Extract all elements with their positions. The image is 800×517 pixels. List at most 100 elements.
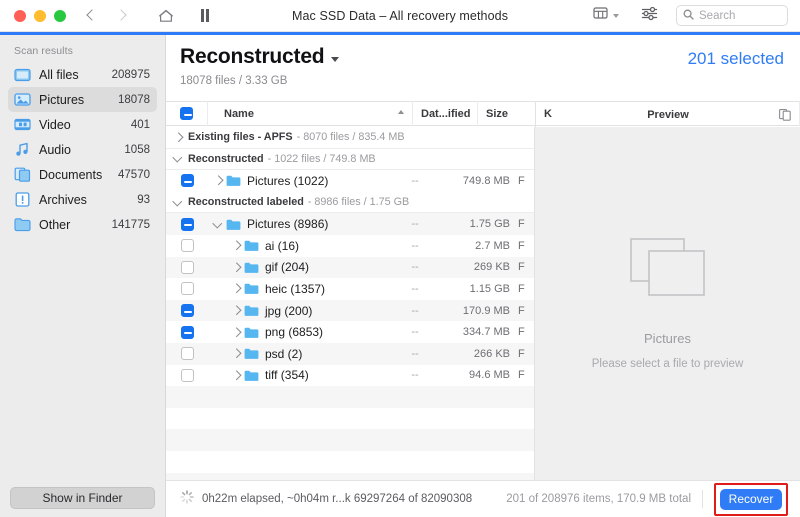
- folder-icon: [244, 326, 265, 339]
- app-window: Mac SSD Data – All recovery methods Sear…: [0, 0, 800, 517]
- tree-group-stats: - 1022 files / 749.8 MB: [267, 152, 376, 165]
- chevron-down-icon[interactable]: [208, 220, 226, 229]
- page-subtitle: 18078 files / 3.33 GB: [180, 75, 288, 87]
- tree-group-header[interactable]: Reconstructed - 1022 files / 749.8 MB: [166, 148, 534, 171]
- row-name: Pictures (8986): [247, 217, 329, 232]
- row-size: 749.8 MB: [462, 174, 510, 187]
- row-checkbox[interactable]: [166, 325, 208, 339]
- row-checkbox[interactable]: [166, 260, 208, 274]
- row-name: psd (2): [265, 346, 303, 361]
- chevron-right-icon[interactable]: [226, 328, 244, 337]
- sidebar-item-all-files[interactable]: All files 208975: [8, 62, 157, 87]
- sidebar-item-archives[interactable]: Archives 93: [8, 187, 157, 212]
- column-header-date[interactable]: Dat...ified: [413, 101, 478, 126]
- sidebar-item-count: 47570: [118, 168, 150, 181]
- row-size: 269 KB: [473, 261, 510, 274]
- table-row[interactable]: gif (204) -- 269 KB F: [166, 256, 534, 279]
- file-tree[interactable]: Existing files - APFS - 8070 files / 835…: [166, 127, 535, 480]
- row-kind: F: [518, 369, 525, 382]
- chevron-down-icon[interactable]: [166, 198, 188, 207]
- row-name: jpg (200): [265, 303, 313, 318]
- chevron-right-icon[interactable]: [226, 371, 244, 380]
- scan-progress-text: 0h22m elapsed, ~0h04m r...k 69297264 of …: [202, 493, 473, 505]
- other-icon: [14, 216, 31, 233]
- tree-group-stats: - 8986 files / 1.75 GB: [307, 196, 410, 209]
- row-date: --: [411, 218, 419, 231]
- table-row[interactable]: ai (16) -- 2.7 MB F: [166, 234, 534, 257]
- selection-summary: 201 of 208976 items, 170.9 MB total: [506, 493, 691, 505]
- chevron-right-icon[interactable]: [226, 263, 244, 272]
- sidebar-item-video[interactable]: Video 401: [8, 112, 157, 137]
- sidebar-item-count: 141775: [111, 218, 150, 231]
- row-checkbox[interactable]: [166, 239, 208, 253]
- table-row-empty: [166, 386, 534, 408]
- sidebar-item-pictures[interactable]: Pictures 18078: [8, 87, 157, 112]
- filter-sliders-icon[interactable]: [641, 6, 658, 26]
- row-checkbox[interactable]: [166, 282, 208, 296]
- table-row[interactable]: Pictures (8986) -- 1.75 GB F: [166, 213, 534, 235]
- table-row[interactable]: tiff (354) -- 94.6 MB F: [166, 364, 534, 387]
- sidebar-item-label: Video: [39, 117, 71, 132]
- sidebar-item-other[interactable]: Other 141775: [8, 212, 157, 237]
- select-all-checkbox[interactable]: [166, 101, 208, 126]
- video-icon: [14, 116, 31, 133]
- checkbox-mixed-icon: [180, 217, 194, 231]
- row-name: heic (1357): [265, 281, 326, 296]
- preview-title: Pictures: [644, 330, 691, 346]
- checkbox-mixed-icon: [180, 325, 194, 339]
- row-size: 2.7 MB: [475, 239, 510, 252]
- chevron-right-icon[interactable]: [166, 133, 188, 142]
- chevron-down-icon[interactable]: [166, 154, 188, 163]
- view-mode-button[interactable]: [589, 4, 623, 27]
- chevron-right-icon[interactable]: [208, 176, 226, 185]
- sidebar-item-count: 401: [130, 118, 150, 131]
- table-row[interactable]: png (6853) -- 334.7 MB F: [166, 321, 534, 343]
- row-kind: F: [518, 304, 525, 317]
- checkbox-off-icon: [180, 368, 194, 382]
- search-icon: [683, 7, 694, 25]
- table-row-empty: [166, 407, 534, 430]
- row-kind: F: [518, 261, 525, 274]
- sidebar: Scan results All files 208975 Pictures 1…: [0, 35, 166, 517]
- checkbox-mixed-icon: [180, 174, 194, 188]
- table-row[interactable]: Pictures (1022) -- 749.8 MB F: [166, 170, 534, 192]
- sidebar-item-documents[interactable]: Documents 47570: [8, 162, 157, 187]
- chevron-down-icon: [613, 13, 619, 18]
- detach-window-icon[interactable]: [779, 108, 791, 124]
- audio-icon: [14, 141, 31, 158]
- row-date: --: [411, 282, 419, 295]
- chevron-right-icon[interactable]: [226, 306, 244, 315]
- search-input[interactable]: Search: [676, 5, 788, 26]
- tree-group-header[interactable]: Reconstructed labeled - 8986 files / 1.7…: [166, 191, 534, 214]
- chevron-right-icon[interactable]: [226, 284, 244, 293]
- row-checkbox[interactable]: [166, 347, 208, 361]
- sidebar-item-count: 208975: [111, 68, 150, 81]
- recover-button[interactable]: Recover: [720, 488, 782, 510]
- folder-icon: [226, 174, 247, 187]
- chevron-right-icon[interactable]: [226, 349, 244, 358]
- sidebar-item-label: Pictures: [39, 92, 85, 107]
- table-row[interactable]: heic (1357) -- 1.15 GB F: [166, 278, 534, 300]
- show-in-finder-button[interactable]: Show in Finder: [10, 487, 155, 509]
- folder-icon: [244, 304, 265, 317]
- column-header-preview: Preview: [535, 102, 800, 127]
- column-header-size[interactable]: Size: [478, 101, 536, 126]
- row-checkbox[interactable]: [166, 217, 208, 231]
- tree-group-header[interactable]: Existing files - APFS - 8070 files / 835…: [166, 127, 534, 149]
- row-date: --: [411, 174, 419, 187]
- row-checkbox[interactable]: [166, 304, 208, 318]
- row-checkbox[interactable]: [166, 368, 208, 382]
- row-size: 334.7 MB: [462, 326, 510, 339]
- table-row[interactable]: psd (2) -- 266 KB F: [166, 342, 534, 365]
- row-kind: F: [518, 282, 525, 295]
- sidebar-item-label: Audio: [39, 142, 71, 157]
- table-row-empty: [166, 429, 534, 451]
- column-header-name[interactable]: Name: [208, 101, 413, 126]
- sidebar-item-count: 93: [137, 193, 150, 206]
- chevron-right-icon[interactable]: [226, 241, 244, 250]
- row-checkbox[interactable]: [166, 174, 208, 188]
- table-row[interactable]: jpg (200) -- 170.9 MB F: [166, 299, 534, 322]
- column-header-preview-label: Preview: [647, 108, 689, 121]
- toolbar-right: Search: [589, 4, 788, 27]
- sidebar-item-audio[interactable]: Audio 1058: [8, 137, 157, 162]
